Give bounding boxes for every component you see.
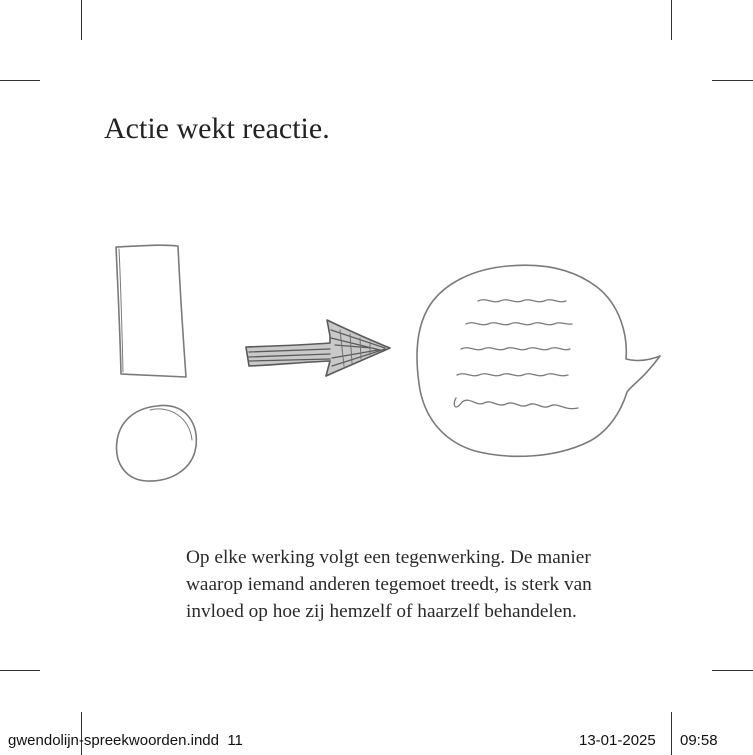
exclamation-mark-icon: [115, 244, 198, 482]
slug-date: 13-01-2025: [579, 732, 656, 749]
illustration: [115, 244, 661, 482]
body-line: waarop iemand anderen tegemoet treedt, i…: [186, 574, 592, 595]
slug-file-info: gwendolijn-spreekwoorden.indd 11: [8, 732, 243, 749]
body-paragraph: Op elke werking volgt een tegenwerking. …: [186, 544, 706, 625]
slug-filename: gwendolijn-spreekwoorden.indd: [8, 732, 219, 749]
body-line: Op elke werking volgt een tegenwerking. …: [186, 547, 591, 568]
arrow-right-icon: [245, 319, 391, 377]
body-line: invloed op hoe zij hemzelf of haarzelf b…: [186, 601, 577, 622]
speech-bubble-icon: [416, 264, 661, 458]
slug-time: 09:58: [680, 732, 718, 749]
slug-page-number: 11: [227, 732, 243, 749]
